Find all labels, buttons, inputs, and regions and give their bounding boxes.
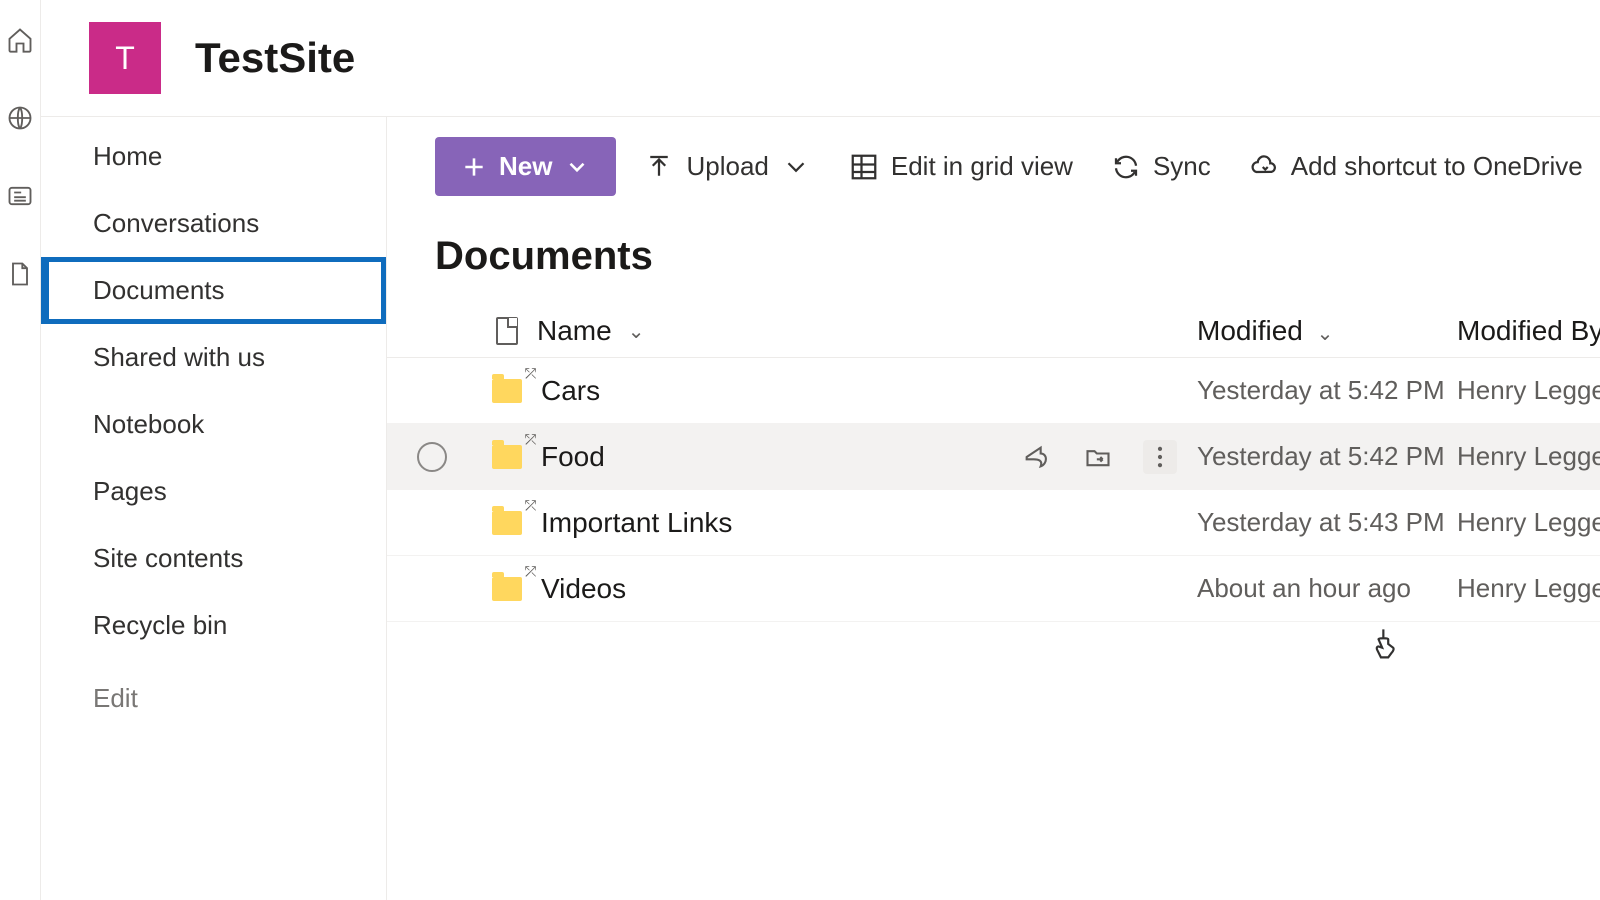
site-title[interactable]: TestSite <box>195 34 355 82</box>
modified-by-cell[interactable]: Henry Legge <box>1457 573 1600 604</box>
modified-cell: Yesterday at 5:42 PM <box>1197 441 1457 472</box>
table-row[interactable]: Videos⤱ About an hour agoHenry Legge <box>387 556 1600 622</box>
page-title: Documents <box>387 216 1600 305</box>
modified-column-header[interactable]: Modified ⌄ <box>1197 315 1457 347</box>
onedrive-icon <box>1249 152 1279 182</box>
upload-icon <box>644 152 674 182</box>
modified-by-cell[interactable]: Henry Legge <box>1457 375 1600 406</box>
onedrive-shortcut-button[interactable]: Add shortcut to OneDrive <box>1239 143 1593 190</box>
more-actions-icon[interactable] <box>1143 440 1177 474</box>
folder-icon <box>477 511 537 535</box>
modified-by-cell[interactable]: Henry Legge <box>1457 507 1600 538</box>
modified-by-column-header[interactable]: Modified By ⌄ <box>1457 315 1600 347</box>
move-to-icon[interactable] <box>1081 440 1115 474</box>
upload-button[interactable]: Upload <box>634 143 820 190</box>
documents-table: Name ⌄ Modified ⌄ Modified By ⌄ <box>387 305 1600 622</box>
name-column-header[interactable]: Name ⌄ <box>537 315 997 347</box>
item-name[interactable]: Videos⤱ <box>537 573 626 605</box>
sync-label: Sync <box>1153 151 1211 182</box>
rail-file-icon[interactable] <box>0 254 40 294</box>
row-selector[interactable] <box>387 442 477 472</box>
nav-shared-with-us[interactable]: Shared with us <box>41 324 386 391</box>
nav-edit[interactable]: Edit <box>41 665 386 732</box>
edit-grid-button[interactable]: Edit in grid view <box>839 143 1083 190</box>
item-name[interactable]: Food⤱ <box>537 441 605 473</box>
site-header: T TestSite <box>41 0 1600 117</box>
chevron-down-icon <box>781 152 811 182</box>
folder-icon <box>477 379 537 403</box>
nav-pages[interactable]: Pages <box>41 458 386 525</box>
new-label: New <box>499 151 552 182</box>
command-bar: New Upload Edit in grid view Sync <box>387 117 1600 216</box>
site-logo[interactable]: T <box>89 22 161 94</box>
nav-recycle-bin[interactable]: Recycle bin <box>41 592 386 659</box>
item-name[interactable]: Cars⤱ <box>537 375 600 407</box>
upload-label: Upload <box>686 151 768 182</box>
main-content: New Upload Edit in grid view Sync <box>387 117 1600 900</box>
chevron-down-icon <box>564 154 590 180</box>
folder-icon <box>477 445 537 469</box>
folder-icon <box>477 577 537 601</box>
type-column-icon[interactable] <box>477 317 537 345</box>
rail-home-icon[interactable] <box>0 20 40 60</box>
nav-home[interactable]: Home <box>41 123 386 190</box>
onedrive-label: Add shortcut to OneDrive <box>1291 151 1583 182</box>
modified-cell: Yesterday at 5:43 PM <box>1197 507 1457 538</box>
nav-site-contents[interactable]: Site contents <box>41 525 386 592</box>
table-row[interactable]: Important Links⤱ Yesterday at 5:43 PMHenr… <box>387 490 1600 556</box>
rail-globe-icon[interactable] <box>0 98 40 138</box>
modified-cell: About an hour ago <box>1197 573 1457 604</box>
sync-icon <box>1111 152 1141 182</box>
grid-icon <box>849 152 879 182</box>
table-row[interactable]: Cars⤱ Yesterday at 5:42 PMHenry Legge <box>387 358 1600 424</box>
nav-notebook[interactable]: Notebook <box>41 391 386 458</box>
nav-conversations[interactable]: Conversations <box>41 190 386 257</box>
sync-button[interactable]: Sync <box>1101 143 1221 190</box>
left-nav: Home Conversations Documents Shared with… <box>41 117 387 900</box>
nav-documents[interactable]: Documents <box>41 257 386 324</box>
chevron-down-icon: ⌄ <box>628 319 645 344</box>
edit-grid-label: Edit in grid view <box>891 151 1073 182</box>
table-header: Name ⌄ Modified ⌄ Modified By ⌄ <box>387 305 1600 358</box>
app-rail <box>0 0 41 900</box>
modified-cell: Yesterday at 5:42 PM <box>1197 375 1457 406</box>
table-row[interactable]: Food⤱ Yesterday at 5:42 PMHenry Legge <box>387 424 1600 490</box>
modified-by-cell[interactable]: Henry Legge <box>1457 441 1600 472</box>
chevron-down-icon: ⌄ <box>1317 323 1334 345</box>
item-name[interactable]: Important Links⤱ <box>537 507 732 539</box>
share-icon[interactable] <box>1019 440 1053 474</box>
new-button[interactable]: New <box>435 137 616 196</box>
rail-news-icon[interactable] <box>0 176 40 216</box>
cursor-icon <box>1372 627 1402 669</box>
